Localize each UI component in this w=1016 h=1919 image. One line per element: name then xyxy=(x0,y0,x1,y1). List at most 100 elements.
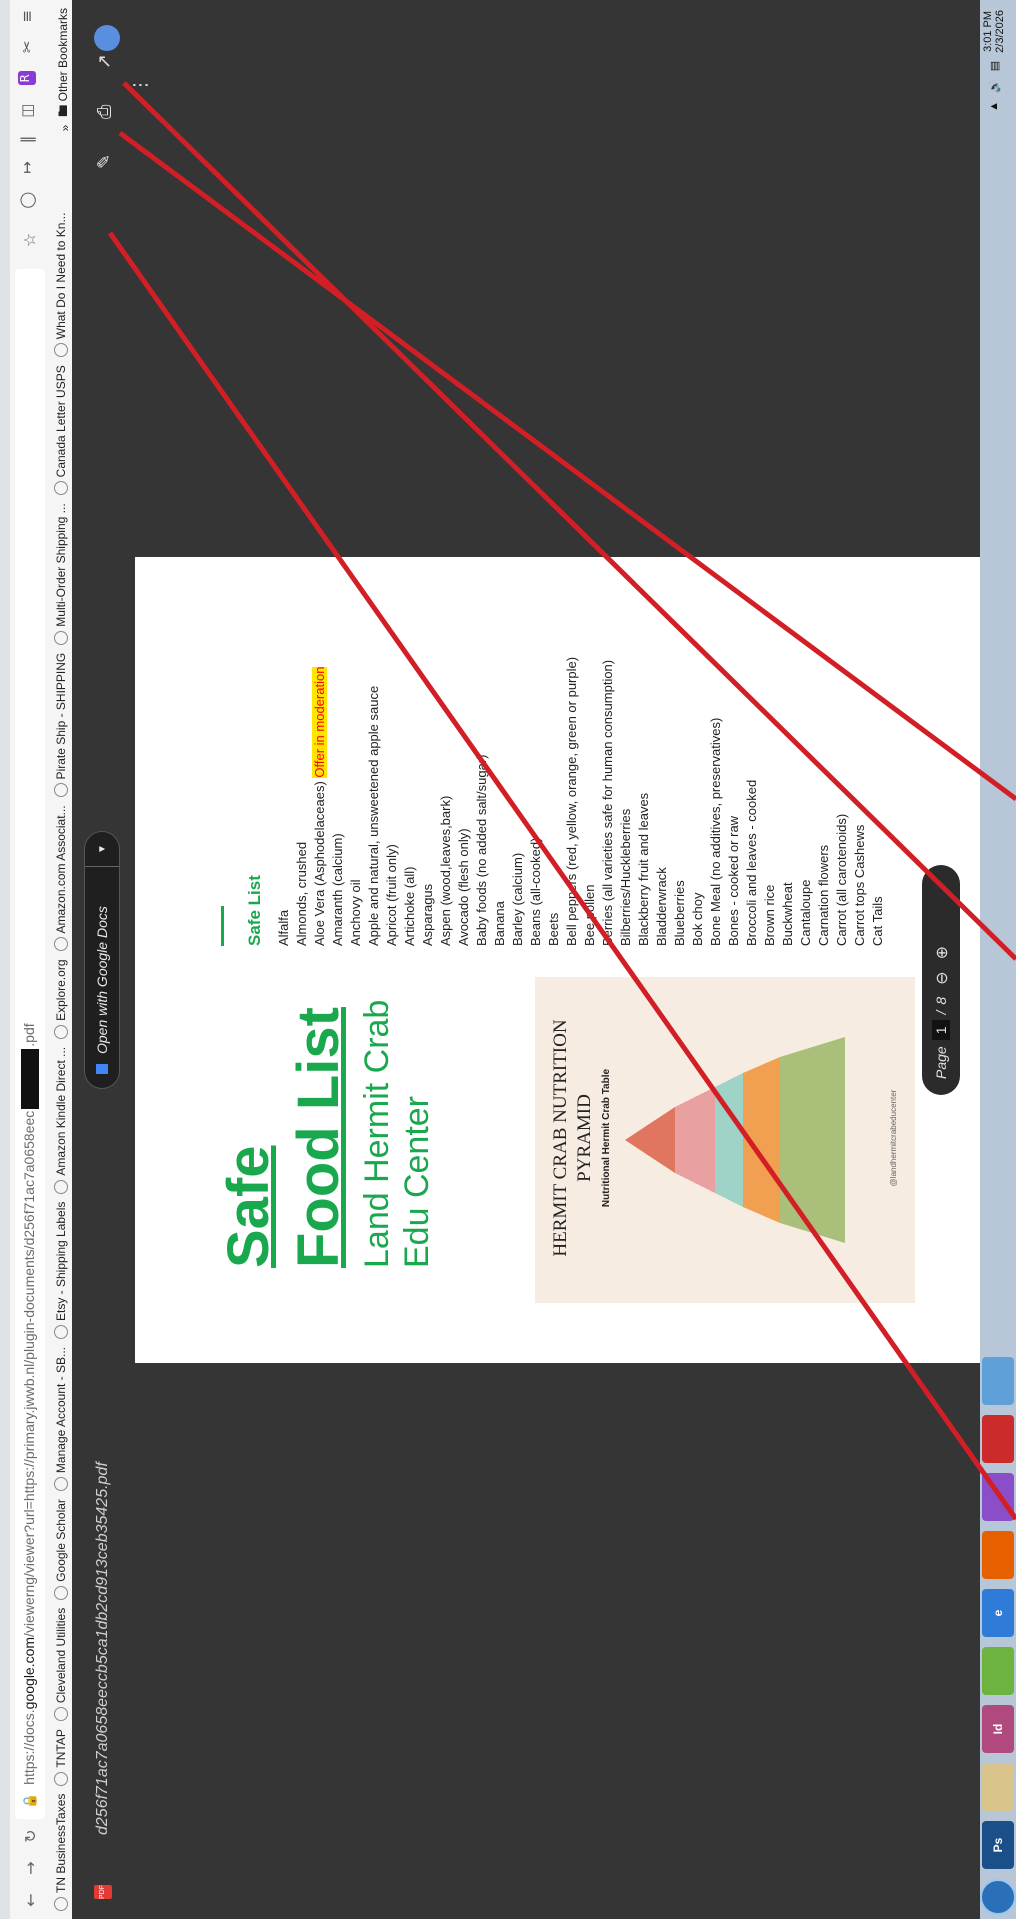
food-list-item: Bee pollen xyxy=(582,884,597,946)
chevron-right-icon[interactable]: » xyxy=(58,125,72,132)
bookmark-item[interactable]: Cleveland Utilities xyxy=(54,1608,68,1722)
sidebar-icon[interactable]: ◫ xyxy=(18,104,36,118)
back-icon[interactable]: ← xyxy=(17,1887,43,1913)
food-list-item: Cat Tails xyxy=(870,896,885,946)
food-list-item: Aspen (wood,leaves,bark) xyxy=(438,795,453,946)
page-number-input[interactable]: 1 xyxy=(932,1020,950,1041)
page-label: Page xyxy=(933,1046,949,1079)
print-icon[interactable]: ⎙ xyxy=(94,105,115,119)
account-avatar[interactable] xyxy=(94,25,120,51)
bookmark-label: Canada Letter USPS xyxy=(54,365,68,478)
food-list-item: Anchovy oil xyxy=(348,879,363,946)
library-icon[interactable]: ‖ xyxy=(18,136,36,144)
bookmark-item[interactable]: Multi-Order Shipping ... xyxy=(54,503,68,645)
food-list-item: Carrot tops Cashews xyxy=(852,824,867,946)
bookmark-label: What Do I Need to Kn... xyxy=(54,212,68,340)
globe-icon xyxy=(54,783,68,798)
tab-strip xyxy=(0,0,10,1919)
start-button[interactable] xyxy=(980,1879,1016,1915)
more-options-icon[interactable]: ⋮ xyxy=(130,76,151,94)
bookmark-item[interactable]: Amazon.com Associat... xyxy=(54,805,68,952)
bookmark-label: Amazon Kindle Direct ... xyxy=(54,1046,68,1176)
bookmark-item[interactable]: Canada Letter USPS xyxy=(54,365,68,496)
file-explorer-icon[interactable] xyxy=(982,1763,1014,1811)
reload-icon[interactable]: ↻ xyxy=(17,1823,43,1849)
globe-icon xyxy=(54,937,68,952)
pdf-page: Safe Food List Land Hermit Crab Edu Cent… xyxy=(135,557,981,1363)
pdf-file-icon: PDF xyxy=(94,1885,112,1899)
sign-in-icon[interactable]: ↦ xyxy=(18,161,36,174)
food-list-item: Berries (all varieties safe for human co… xyxy=(600,659,615,946)
bookmark-item[interactable]: Manage Account - SB... xyxy=(54,1347,68,1492)
bookmark-label: Pirate Ship - SHIPPING xyxy=(54,652,68,780)
bookmark-item[interactable]: Explore.org xyxy=(54,960,68,1039)
food-list-item: Bok choy xyxy=(690,892,705,946)
bookmark-item[interactable]: TNTAP xyxy=(54,1729,68,1786)
google-docs-icon xyxy=(96,1064,108,1074)
tray-arrow-icon[interactable]: ▲ xyxy=(988,101,1000,112)
app-green-icon[interactable] xyxy=(982,1647,1014,1695)
open-with-google-docs-button[interactable]: Open with Google Docs ▼ xyxy=(84,831,120,1089)
caret-down-icon[interactable]: ▼ xyxy=(85,832,119,867)
network-icon[interactable]: ▤ xyxy=(988,61,1001,71)
section-rule xyxy=(221,906,224,946)
browser-toolbar: ← → ↻ ⌂ 🔒 https://docs.google.com/viewer… xyxy=(10,0,50,1919)
photoshop-icon[interactable]: Ps xyxy=(982,1821,1014,1869)
volume-icon[interactable]: 🔊 xyxy=(988,79,1001,93)
clock[interactable]: 3:01 PM 2/3/2026 xyxy=(982,10,1006,53)
food-list-item: Brown rice xyxy=(762,884,777,946)
globe-icon xyxy=(54,1179,68,1194)
extension-icon[interactable]: R xyxy=(18,71,36,86)
add-comment-icon[interactable]: ✎ xyxy=(94,154,115,169)
doc-subtitle: Land Hermit Crab Edu Center xyxy=(357,1000,437,1268)
bookmark-label: TN BusinessTaxes xyxy=(54,1793,68,1893)
pyramid-credit: @landhermitcrabeducenter xyxy=(889,1089,898,1187)
pdf-file-title: d256f71ac7a0658eeccb5ca1db2cd913ceb35425… xyxy=(94,1462,111,1835)
star-icon[interactable]: ☆ xyxy=(16,227,42,253)
menu-icon[interactable]: ≡ xyxy=(18,10,36,23)
app-blue-icon[interactable] xyxy=(982,1357,1014,1405)
system-tray: ▲ 🔊 ▤ 3:01 PM 2/3/2026 xyxy=(982,10,1006,112)
clock-date: 2/3/2026 xyxy=(994,10,1006,53)
moderation-highlight: Offer in moderation xyxy=(312,666,327,778)
bookmark-item[interactable]: Etsy - Shipping Labels xyxy=(54,1202,68,1339)
bookmark-item[interactable]: Google Scholar xyxy=(54,1499,68,1600)
acrobat-icon[interactable] xyxy=(982,1415,1014,1463)
safe-food-list: Alfalfa Almonds, crushed Aloe Vera (Asphod… xyxy=(275,557,887,946)
food-list-item: Bone Meal (no additives, preservatives) xyxy=(708,717,723,946)
internet-explorer-icon[interactable]: e xyxy=(982,1589,1014,1637)
food-list-item: Avocado (flesh only) xyxy=(456,828,471,946)
bookmark-item[interactable]: Amazon Kindle Direct ... xyxy=(54,1047,68,1194)
app-purple-icon[interactable] xyxy=(982,1473,1014,1521)
forward-icon[interactable]: → xyxy=(17,1855,43,1881)
url-text: https://docs.google.com/viewerng/viewer?… xyxy=(20,1023,40,1785)
food-list-item: Bones - cooked or raw xyxy=(726,815,741,946)
bookmark-item[interactable]: Pirate Ship - SHIPPING xyxy=(54,653,68,798)
bookmark-item[interactable]: TN BusinessTaxes xyxy=(54,1794,68,1911)
bookmarks-bar: TN BusinessTaxes TNTAP Cleveland Utilities… xyxy=(50,0,73,1919)
windows-taskbar: Ps Id e ▲ 🔊 ▤ 3:01 PM 2/3/2026 xyxy=(980,0,1016,1919)
zoom-in-icon[interactable]: ⊕ xyxy=(932,946,951,959)
pyramid-subtitle: Nutritional Hermit Crab Table xyxy=(601,1068,612,1208)
globe-icon xyxy=(54,343,68,358)
url-suffix: .pdf xyxy=(20,1023,37,1047)
screen: ← → ↻ ⌂ 🔒 https://docs.google.com/viewer… xyxy=(0,0,1016,1919)
page-total: 8 xyxy=(933,996,949,1005)
account-icon xyxy=(54,1477,68,1492)
firefox-icon[interactable] xyxy=(982,1531,1014,1579)
url-host: google.com xyxy=(20,1636,37,1710)
bookmark-item[interactable]: What Do I Need to Kn... xyxy=(54,213,68,358)
open-in-new-icon[interactable]: ↗ xyxy=(94,54,115,69)
url-path: /viewerng/viewer?url=https://primary.jww… xyxy=(20,1110,37,1637)
indesign-icon[interactable]: Id xyxy=(982,1705,1014,1753)
address-bar[interactable]: 🔒 https://docs.google.com/viewerng/viewe… xyxy=(15,269,45,1819)
food-list-item: Apple and natural, unsweetened apple sau… xyxy=(366,685,381,946)
pocket-icon[interactable]: ◯ xyxy=(18,192,36,209)
doc-title-safe: Safe xyxy=(216,1145,281,1268)
food-list-item: Beans (all-cooked) xyxy=(528,837,543,946)
globe-icon xyxy=(54,1024,68,1039)
bookmark-label: Etsy - Shipping Labels xyxy=(54,1201,68,1321)
zoom-out-icon[interactable]: ⊖ xyxy=(932,971,951,984)
food-list-item: Apricot (fruit only) xyxy=(384,844,399,946)
screenshot-icon[interactable]: ✂ xyxy=(18,41,36,54)
